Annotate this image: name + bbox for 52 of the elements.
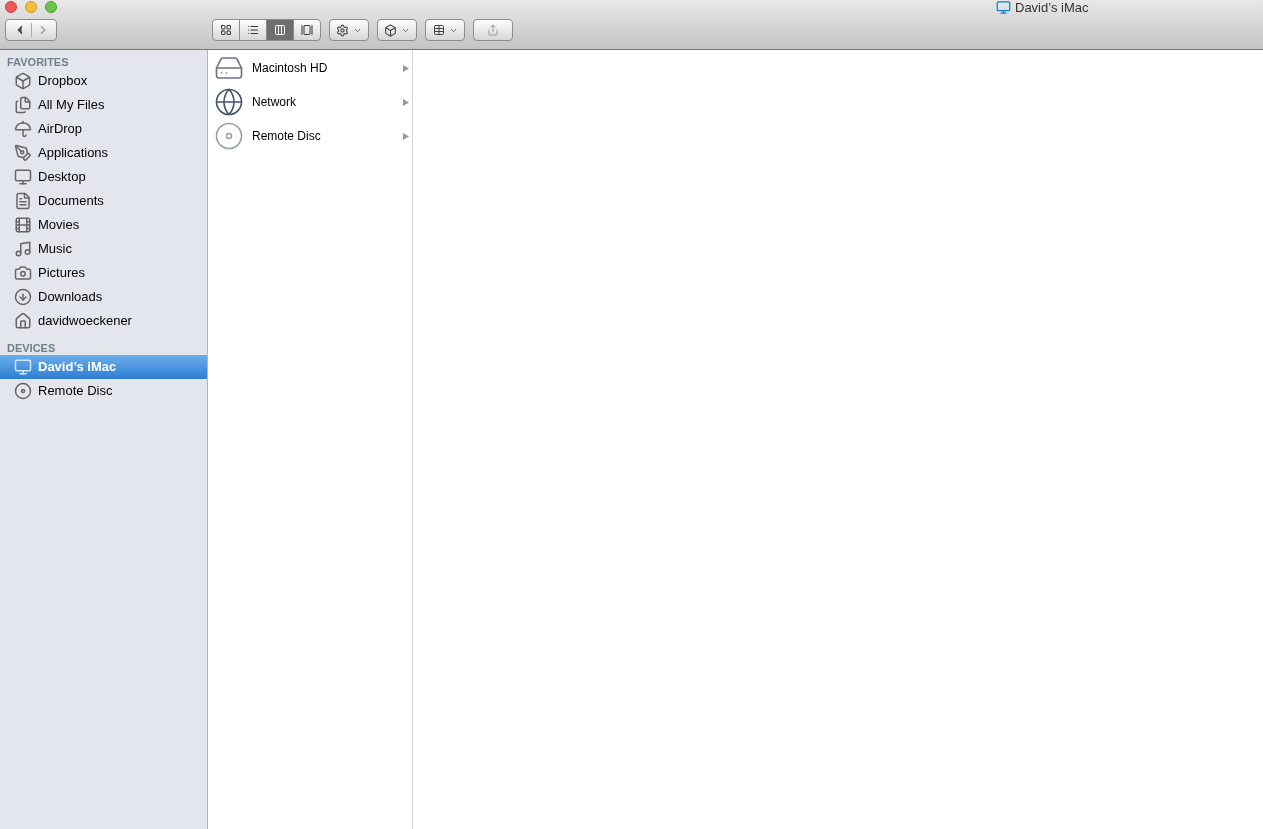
gallery-icon bbox=[301, 24, 313, 36]
share-icon bbox=[487, 24, 499, 36]
sidebar-item[interactable]: Documents bbox=[0, 189, 207, 213]
sidebar-item[interactable]: Applications bbox=[0, 141, 207, 165]
sidebar-item[interactable]: Dropbox bbox=[0, 69, 207, 93]
sidebar-item[interactable]: Downloads bbox=[0, 285, 207, 309]
grid-icon bbox=[220, 24, 232, 36]
disc-icon bbox=[14, 382, 32, 400]
box-icon bbox=[14, 72, 32, 90]
sidebar-item[interactable]: Music bbox=[0, 237, 207, 261]
pen-icon bbox=[14, 144, 32, 162]
column-item[interactable]: Macintosh HD bbox=[208, 51, 412, 85]
column-item[interactable]: Network bbox=[208, 85, 412, 119]
columns-icon bbox=[274, 24, 286, 36]
box-icon bbox=[384, 23, 397, 37]
window-title: David’s iMac bbox=[1015, 0, 1089, 15]
monitor-icon bbox=[14, 168, 32, 186]
column-item[interactable]: Remote Disc bbox=[208, 119, 412, 153]
dropbox-menu-button[interactable] bbox=[377, 19, 417, 41]
arrange-menu-button[interactable] bbox=[425, 19, 465, 41]
document-icon bbox=[14, 192, 32, 210]
monitor-icon bbox=[996, 0, 1011, 15]
disclosure-arrow-icon bbox=[403, 98, 409, 106]
sidebar-item[interactable]: Remote Disc bbox=[0, 379, 207, 403]
sidebar-item[interactable]: AirDrop bbox=[0, 117, 207, 141]
files-icon bbox=[14, 96, 32, 114]
close-button[interactable] bbox=[5, 0, 17, 13]
sidebar-item[interactable]: Movies bbox=[0, 213, 207, 237]
sidebar-item[interactable]: Desktop bbox=[0, 165, 207, 189]
sidebar-item[interactable]: All My Files bbox=[0, 93, 207, 117]
music-note-icon bbox=[14, 240, 32, 258]
disclosure-arrow-icon bbox=[403, 132, 409, 140]
sidebar-item[interactable]: Pictures bbox=[0, 261, 207, 285]
table-icon bbox=[432, 24, 445, 36]
zoom-button[interactable] bbox=[45, 0, 57, 13]
share-button[interactable] bbox=[473, 19, 513, 41]
camera-icon bbox=[14, 264, 32, 282]
disclosure-arrow-icon bbox=[403, 64, 409, 72]
house-icon bbox=[14, 312, 32, 330]
disc-icon bbox=[214, 121, 244, 151]
globe-icon bbox=[214, 87, 244, 117]
film-icon bbox=[14, 216, 32, 234]
download-icon bbox=[14, 288, 32, 306]
view-mode-button[interactable] bbox=[212, 19, 240, 41]
list-icon bbox=[247, 24, 259, 36]
monitor-icon bbox=[14, 358, 32, 376]
settings-icon bbox=[336, 23, 349, 37]
view-mode-button[interactable] bbox=[239, 19, 267, 41]
action-menu-button[interactable] bbox=[329, 19, 369, 41]
sidebar-item[interactable]: davidwoeckener bbox=[0, 309, 207, 333]
sidebar-heading: DEVICES bbox=[6, 341, 57, 355]
sidebar-heading: FAVORITES bbox=[6, 55, 70, 69]
